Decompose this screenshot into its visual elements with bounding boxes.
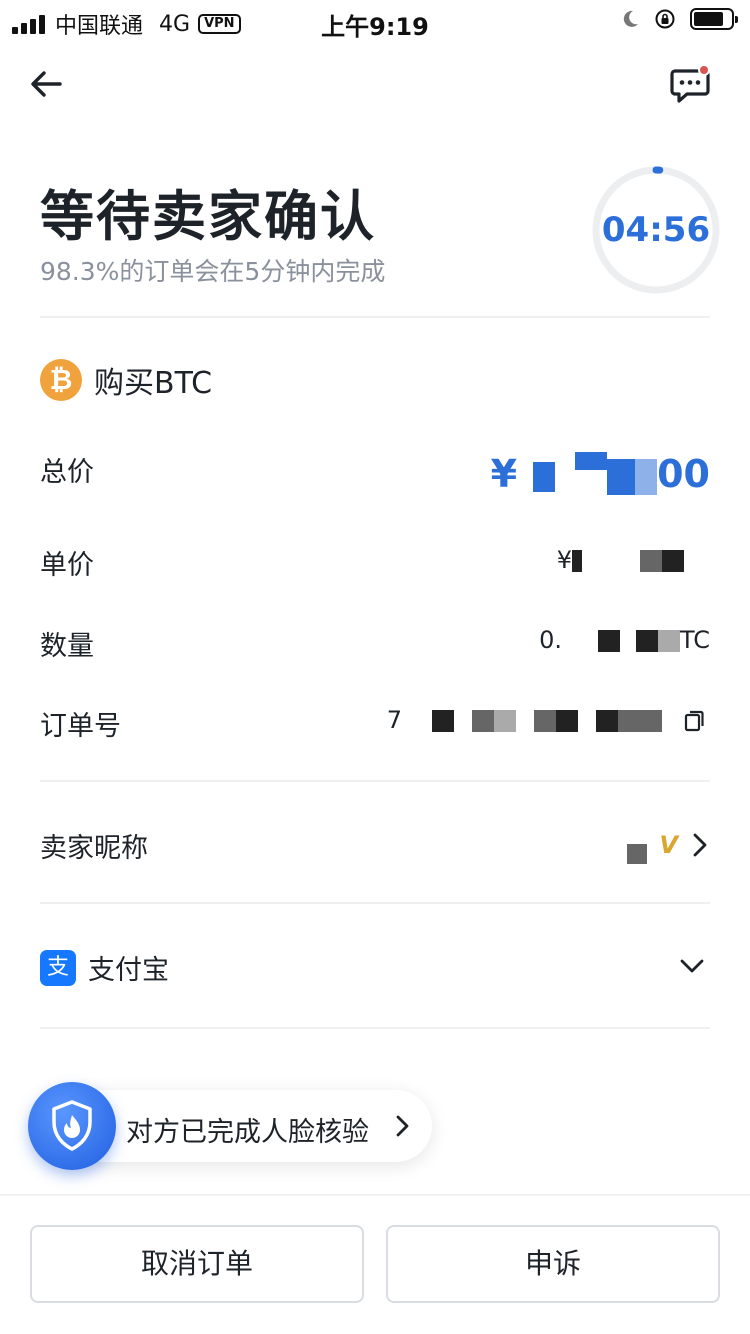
expand-payment-button[interactable] xyxy=(678,952,706,980)
quantity-suffix: TC xyxy=(679,626,710,654)
divider xyxy=(40,316,710,318)
order-no-label: 订单号 xyxy=(40,711,121,742)
rotation-lock-icon xyxy=(655,9,675,29)
copy-button[interactable] xyxy=(680,706,710,736)
chevron-right-icon xyxy=(396,1115,409,1137)
mosaic xyxy=(472,710,494,732)
cancel-order-button[interactable]: 取消订单 xyxy=(30,1225,364,1303)
mosaic xyxy=(662,550,684,572)
mosaic xyxy=(640,550,662,572)
coin-row: ₿ 购买BTC xyxy=(40,358,212,402)
chevron-down-icon xyxy=(680,959,704,973)
moon-icon xyxy=(623,10,638,27)
order-no-value: 7 xyxy=(387,706,662,734)
appeal-button[interactable]: 申诉 xyxy=(386,1225,720,1303)
unit-price-label: 单价 xyxy=(40,550,94,581)
mosaic xyxy=(596,710,618,732)
countdown-text: 04:56 xyxy=(601,210,711,250)
seller-link[interactable]: V xyxy=(627,826,710,864)
chevron-right-icon xyxy=(693,833,707,857)
face-verification-text: 对方已完成人脸核验 xyxy=(126,1117,369,1148)
mosaic xyxy=(575,452,608,470)
footer-divider xyxy=(0,1194,750,1196)
face-verification-arrow[interactable] xyxy=(392,1114,414,1138)
total-label: 总价 xyxy=(40,457,94,488)
unread-dot xyxy=(698,64,710,76)
mosaic xyxy=(657,630,680,652)
quantity-prefix: 0. xyxy=(539,626,562,654)
mosaic xyxy=(556,710,578,732)
mosaic xyxy=(627,844,648,864)
quantity-value: 0. TC xyxy=(539,626,710,654)
copy-icon xyxy=(684,710,704,732)
alipay-icon: 支 xyxy=(40,949,76,986)
arrow-left-icon xyxy=(31,71,62,97)
chat-button[interactable] xyxy=(668,62,714,108)
mosaic xyxy=(534,710,556,732)
divider xyxy=(40,1027,710,1029)
order-no-prefix: 7 xyxy=(386,706,402,734)
mosaic xyxy=(597,630,620,652)
status-right xyxy=(620,8,738,30)
mosaic xyxy=(607,458,636,495)
battery-icon xyxy=(690,8,738,30)
quantity-label: 数量 xyxy=(40,631,94,662)
page-title: 等待卖家确认 xyxy=(40,185,376,248)
unit-price-value: ¥ xyxy=(557,546,710,574)
verified-badge: V xyxy=(659,831,678,859)
total-suffix: 00 xyxy=(657,452,710,496)
coin-label: 购买BTC xyxy=(94,366,213,401)
page-subtitle: 98.3%的订单会在5分钟内完成 xyxy=(40,257,386,286)
payment-method-row[interactable]: 支 支付宝 xyxy=(40,948,169,987)
back-button[interactable] xyxy=(26,64,66,104)
payment-label: 支付宝 xyxy=(88,955,169,986)
mosaic xyxy=(432,710,454,732)
mosaic xyxy=(618,710,640,732)
mosaic xyxy=(635,458,658,495)
mosaic xyxy=(572,550,582,572)
countdown-timer: 04:56 xyxy=(590,164,722,296)
bitcoin-icon: ₿ xyxy=(40,359,82,401)
seller-label: 卖家昵称 xyxy=(40,833,148,864)
total-value: ¥00 xyxy=(491,452,710,496)
mosaic xyxy=(640,710,662,732)
status-bar: 中国联通 4G VPN 上午9:19 xyxy=(0,0,750,42)
mosaic xyxy=(494,710,516,732)
mosaic xyxy=(635,630,658,652)
unit-price-prefix: ¥ xyxy=(556,546,572,574)
divider xyxy=(40,902,710,904)
shield-icon xyxy=(52,1100,92,1151)
divider xyxy=(40,780,710,782)
total-prefix: ¥ xyxy=(490,452,518,496)
face-verification-badge xyxy=(28,1082,116,1170)
mosaic xyxy=(533,461,556,492)
